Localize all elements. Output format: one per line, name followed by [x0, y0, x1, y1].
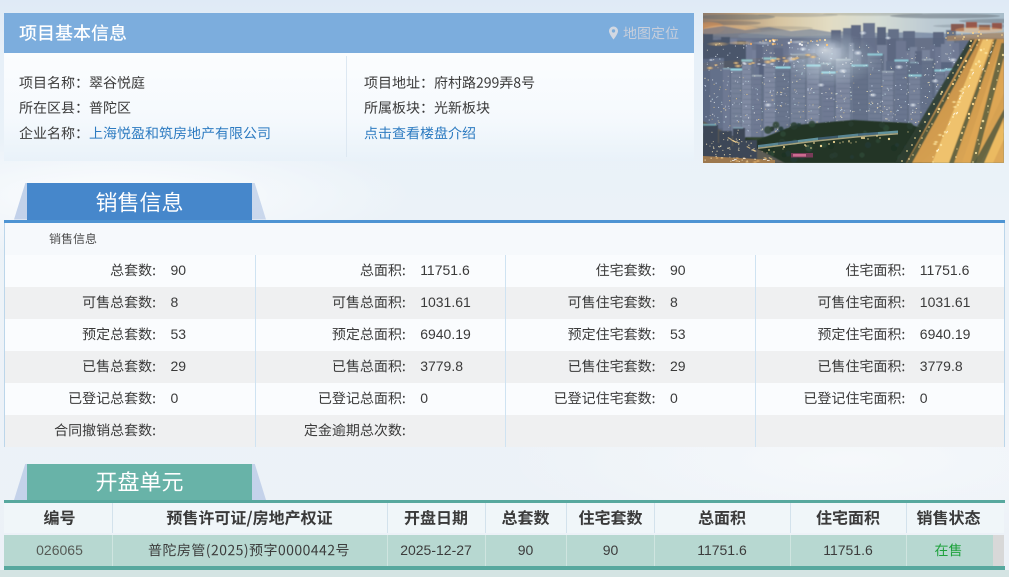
svg-text:3779.8: 3779.8 — [420, 358, 463, 374]
svg-text:0: 0 — [171, 390, 179, 406]
svg-text:29: 29 — [171, 358, 187, 374]
svg-text:90: 90 — [518, 542, 534, 558]
svg-text:0: 0 — [420, 390, 428, 406]
svg-text:6940.19: 6940.19 — [920, 326, 971, 342]
svg-text:90: 90 — [670, 262, 686, 278]
svg-text:6940.19: 6940.19 — [420, 326, 471, 342]
svg-text:53: 53 — [670, 326, 686, 342]
svg-text:90: 90 — [603, 542, 619, 558]
svg-text:3779.8: 3779.8 — [920, 358, 963, 374]
svg-text:29: 29 — [670, 358, 686, 374]
svg-text:2025-12-27: 2025-12-27 — [400, 542, 472, 558]
svg-text:11751.6: 11751.6 — [420, 262, 470, 278]
svg-text:90: 90 — [171, 262, 187, 278]
svg-text:11751.6: 11751.6 — [920, 262, 970, 278]
svg-text:53: 53 — [171, 326, 187, 342]
svg-text:11751.6: 11751.6 — [823, 542, 873, 558]
svg-text:11751.6: 11751.6 — [697, 542, 747, 558]
svg-text:1031.61: 1031.61 — [920, 294, 971, 310]
svg-text:0: 0 — [920, 390, 928, 406]
svg-text:1031.61: 1031.61 — [420, 294, 471, 310]
svg-text:8: 8 — [171, 294, 179, 310]
svg-text:0: 0 — [670, 390, 678, 406]
svg-text:8: 8 — [670, 294, 678, 310]
svg-text:026065: 026065 — [36, 542, 83, 558]
